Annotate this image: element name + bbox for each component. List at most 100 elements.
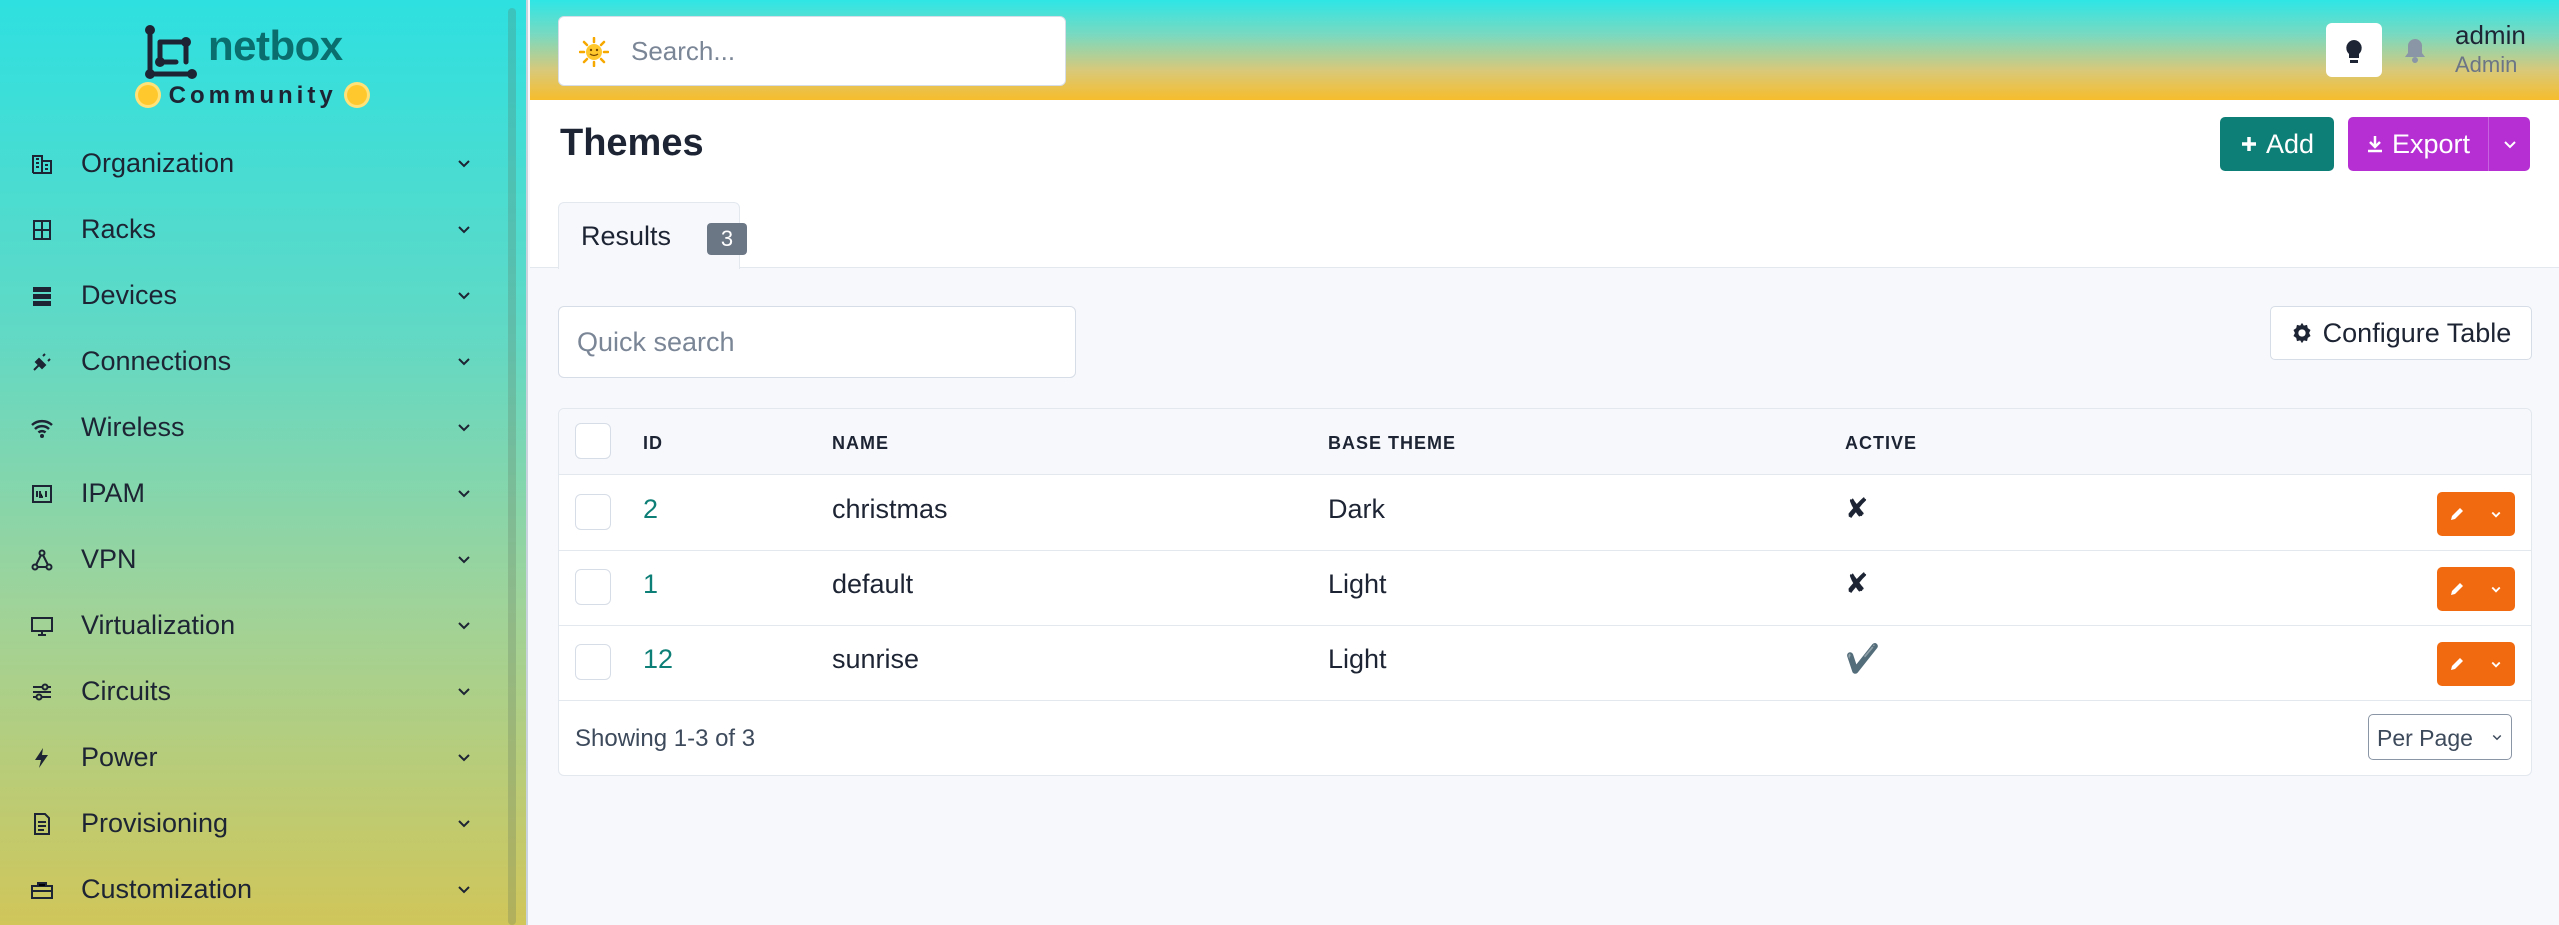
sidebar-item-label: Circuits [81, 675, 172, 706]
chevron-down-icon [2491, 661, 2501, 668]
brand[interactable]: netbox Community [130, 18, 370, 114]
row-actions-dropdown[interactable] [2477, 492, 2515, 536]
per-page-select[interactable]: Per Page [2368, 714, 2512, 760]
row-id-link[interactable]: 2 [643, 494, 658, 525]
chevron-down-icon [458, 688, 470, 696]
chevron-down-icon [458, 490, 470, 498]
sidebar-item-customization[interactable]: Customization [0, 856, 500, 922]
sidebar-item-ipam[interactable]: IPAM [0, 460, 500, 526]
row-actions-dropdown[interactable] [2477, 642, 2515, 686]
column-header-active[interactable]: ACTIVE [1845, 433, 1917, 454]
row-checkbox[interactable] [575, 569, 611, 605]
sidebar-item-power[interactable]: Power [0, 724, 500, 790]
chevron-down-icon [458, 622, 470, 630]
gear-icon [2293, 322, 2311, 344]
global-search[interactable] [558, 16, 1066, 86]
chevron-down-icon [458, 226, 470, 234]
sidebar: netbox Community Organization Racks Devi… [0, 0, 528, 925]
user-role: Admin [2455, 52, 2518, 77]
row-base-theme: Dark [1328, 494, 1386, 524]
search-input[interactable] [631, 29, 1051, 73]
row-actions-dropdown[interactable] [2477, 567, 2515, 611]
inactive-cross-icon: ✘ [1845, 493, 1869, 524]
row-id-link[interactable]: 1 [643, 569, 658, 600]
sidebar-item-label: Devices [81, 279, 178, 310]
edit-action[interactable] [2437, 642, 2477, 686]
export-dropdown-toggle[interactable] [2488, 117, 2530, 171]
bell-icon[interactable] [2402, 36, 2428, 64]
pagination-summary: Showing 1-3 of 3 [575, 725, 756, 752]
select-all-checkbox[interactable] [575, 423, 611, 459]
chevron-down-icon [458, 424, 470, 432]
configure-table-button[interactable]: Configure Table [2270, 306, 2532, 360]
sun-icon [579, 37, 609, 67]
document-icon [34, 813, 50, 835]
sidebar-item-wireless[interactable]: Wireless [0, 394, 500, 460]
chevron-down-icon [2492, 734, 2502, 741]
sun-icon [347, 85, 368, 105]
row-name: christmas [832, 494, 948, 524]
theme-toggle-button[interactable] [2326, 23, 2382, 77]
rack-icon [33, 220, 51, 240]
sidebar-menu: Organization Racks Devices Connections W… [0, 130, 500, 922]
sidebar-item-label: Provisioning [81, 807, 229, 838]
vpn-icon [31, 549, 53, 571]
export-button[interactable]: Export [2348, 117, 2530, 171]
row-id-link[interactable]: 12 [643, 644, 673, 675]
export-main[interactable]: Export [2348, 117, 2488, 171]
edit-action[interactable] [2437, 567, 2477, 611]
sidebar-item-connections[interactable]: Connections [0, 328, 500, 394]
brand-name: netbox [208, 22, 343, 69]
table-row: 1 default Light ✘ [559, 551, 2531, 626]
sidebar-item-label: Organization [81, 147, 235, 178]
sidebar-item-organization[interactable]: Organization [0, 130, 500, 196]
user-name[interactable]: admin [2455, 20, 2526, 51]
add-button[interactable]: Add [2220, 117, 2334, 171]
pencil-icon [2451, 583, 2463, 595]
add-button-label: Add [2265, 128, 2315, 159]
row-edit-button[interactable] [2437, 642, 2515, 686]
chevron-down-icon [458, 160, 470, 168]
row-edit-button[interactable] [2437, 567, 2515, 611]
sidebar-item-vpn[interactable]: VPN [0, 526, 500, 592]
sidebar-item-label: Customization [81, 873, 253, 904]
chevron-down-icon [458, 556, 470, 564]
row-checkbox[interactable] [575, 644, 611, 680]
column-header-base-theme[interactable]: BASE THEME [1328, 433, 1456, 454]
server-icon [33, 287, 51, 306]
sidebar-item-label: VPN [81, 543, 137, 574]
row-edit-button[interactable] [2437, 492, 2515, 536]
table-header: ID NAME BASE THEME ACTIVE [559, 409, 2531, 475]
top-bar: admin Admin [530, 0, 2559, 100]
chevron-down-icon [458, 886, 470, 894]
chevron-down-icon [458, 292, 470, 300]
plug-icon [33, 353, 51, 371]
building-icon [32, 155, 52, 174]
pencil-icon [2451, 508, 2463, 520]
sidebar-item-devices[interactable]: Devices [0, 262, 500, 328]
sidebar-item-virtualization[interactable]: Virtualization [0, 592, 500, 658]
brand-subtitle: Community [138, 82, 368, 110]
sidebar-item-label: IPAM [81, 477, 146, 508]
configure-table-label: Configure Table [2322, 317, 2512, 348]
per-page-label: Per Page [2377, 725, 2473, 751]
edit-action[interactable] [2437, 492, 2477, 536]
wifi-icon [31, 420, 53, 438]
download-icon [2367, 136, 2382, 153]
sidebar-scrollbar[interactable] [508, 8, 516, 925]
inactive-cross-icon: ✘ [1845, 568, 1869, 599]
table-row: 2 christmas Dark ✘ [559, 476, 2531, 551]
row-checkbox[interactable] [575, 494, 611, 530]
sidebar-item-provisioning[interactable]: Provisioning [0, 790, 500, 856]
sidebar-item-label: Power [81, 741, 158, 772]
sidebar-item-racks[interactable]: Racks [0, 196, 500, 262]
tab-results[interactable]: Results 3 [558, 202, 747, 269]
themes-table: ID NAME BASE THEME ACTIVE 2 christmas Da… [558, 408, 2532, 776]
column-header-name[interactable]: NAME [832, 433, 889, 454]
results-count-badge: 3 [707, 223, 747, 255]
toolbox-icon [31, 882, 53, 899]
column-header-id[interactable]: ID [643, 433, 663, 454]
lightbulb-icon [2346, 40, 2362, 63]
sidebar-item-circuits[interactable]: Circuits [0, 658, 500, 724]
quick-search-input[interactable] [558, 306, 1076, 378]
